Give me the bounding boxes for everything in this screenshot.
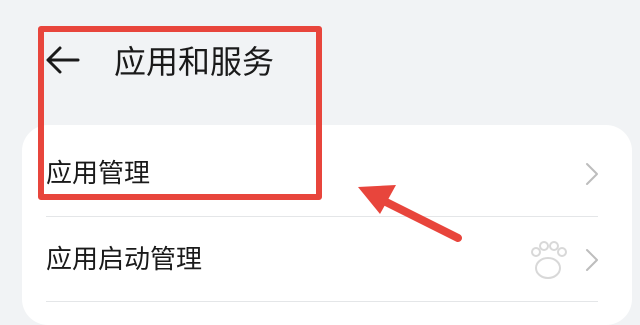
watermark bbox=[490, 230, 610, 290]
list-divider bbox=[46, 301, 598, 302]
paw-icon bbox=[531, 241, 567, 279]
list-item-label: 应用启动管理 bbox=[46, 245, 203, 275]
highlight-box bbox=[38, 26, 322, 200]
list-divider bbox=[46, 216, 598, 217]
chevron-right-icon bbox=[586, 163, 598, 185]
